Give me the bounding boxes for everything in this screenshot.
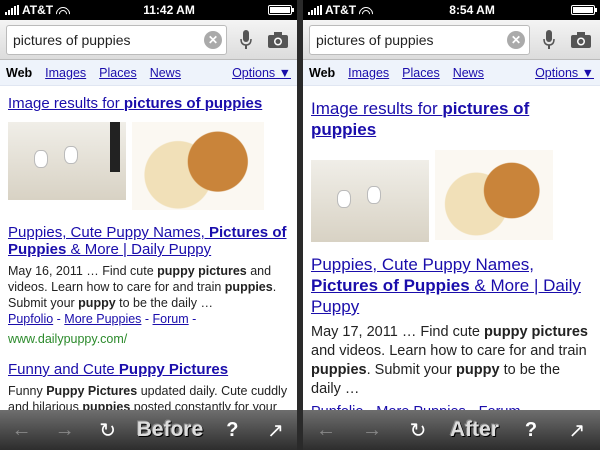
snippet-text: and videos. Learn how to care for and tr…	[311, 343, 587, 359]
image-thumbnails	[311, 150, 592, 242]
sitelink-more-puppies[interactable]: More Puppies	[64, 312, 141, 326]
search-query-text[interactable]: pictures of puppies	[316, 32, 507, 48]
help-icon[interactable]: ?	[218, 419, 246, 442]
result-title[interactable]: Puppies, Cute Puppy Names, Pictures of P…	[311, 254, 592, 317]
results: Image results for pictures of puppies Pu…	[303, 86, 600, 428]
camera-icon[interactable]	[265, 25, 291, 55]
search-bar: pictures of puppies ✕	[303, 20, 600, 60]
reload-icon[interactable]: ↻	[404, 418, 432, 443]
status-bar: AT&T 11:42 AM	[0, 0, 297, 20]
result-title-part: Puppies, Cute Puppy Names,	[8, 224, 209, 241]
camera-icon[interactable]	[568, 25, 594, 55]
forward-arrow-icon[interactable]: →	[51, 419, 79, 442]
browser-toolbar: ← → ↻ Before ? ↗	[0, 410, 297, 450]
snippet-text: puppies	[311, 362, 367, 378]
clock: 11:42 AM	[143, 3, 195, 17]
search-input[interactable]: pictures of puppies ✕	[6, 24, 227, 55]
search-query-text[interactable]: pictures of puppies	[13, 32, 204, 48]
snippet-text: puppy	[456, 362, 500, 378]
sitelink-pupfolio[interactable]: Pupfolio	[8, 312, 53, 326]
snippet-text: Puppy Pictures	[46, 384, 138, 398]
snippet-text: puppies	[224, 280, 273, 294]
puppy-thumbnail[interactable]	[435, 150, 553, 240]
signal-icon	[308, 5, 322, 15]
share-icon[interactable]: ↗	[261, 418, 289, 443]
snippet-text: puppy pictures	[157, 264, 247, 278]
microphone-icon[interactable]	[233, 25, 259, 55]
image-results-link[interactable]: Image results for pictures of puppies	[8, 96, 289, 112]
back-arrow-icon[interactable]: ←	[8, 419, 36, 442]
image-results-link[interactable]: Image results for pictures of puppies	[311, 98, 592, 140]
image-thumbnails	[8, 122, 289, 210]
search-tabs: Web Images Places News Options ▼	[0, 60, 297, 86]
snippet-text: Funny	[8, 384, 47, 398]
sitelink-separator: -	[188, 312, 197, 326]
tab-images[interactable]: Images	[348, 66, 389, 80]
snippet-text: puppy pictures	[484, 324, 588, 340]
result-title-part: Puppy Pictures	[118, 361, 229, 378]
result-title-part: Pictures of Puppies	[311, 276, 470, 295]
search-input[interactable]: pictures of puppies ✕	[309, 24, 530, 55]
snippet-text: May 16, 2011 … Find cute	[8, 264, 158, 278]
clock: 8:54 AM	[449, 3, 495, 17]
clear-icon[interactable]: ✕	[204, 30, 222, 49]
snippet-text: puppy	[78, 296, 116, 310]
result-url: www.dailypuppy.com/	[8, 332, 128, 346]
options-menu[interactable]: Options ▼	[232, 66, 291, 80]
snippet-text: to be the daily …	[115, 296, 213, 310]
after-screen: AT&T 8:54 AM pictures of puppies ✕ Web I…	[303, 0, 600, 450]
microphone-icon[interactable]	[536, 25, 562, 55]
snippet-text: May 17, 2011 … Find cute	[311, 324, 485, 340]
clear-icon[interactable]: ✕	[507, 30, 525, 49]
tab-news[interactable]: News	[150, 66, 181, 80]
sitelink-forum[interactable]: Forum	[153, 312, 189, 326]
battery-icon	[571, 5, 597, 15]
forward-arrow-icon[interactable]: →	[358, 419, 386, 442]
after-label: After	[449, 418, 499, 441]
results: Image results for pictures of puppies Pu…	[0, 86, 297, 421]
tab-places[interactable]: Places	[402, 66, 440, 80]
image-results-query: pictures of puppies	[123, 95, 263, 112]
status-bar: AT&T 8:54 AM	[303, 0, 600, 20]
puppy-thumbnail[interactable]	[132, 122, 264, 210]
result-snippet: May 16, 2011 … Find cute puppy pictures …	[8, 263, 289, 311]
search-tabs: Web Images Places News Options ▼	[303, 60, 600, 86]
result-title-part: Funny and Cute	[8, 361, 119, 378]
snippet-text: . Submit your	[366, 362, 457, 378]
result-title[interactable]: Puppies, Cute Puppy Names, Pictures of P…	[8, 224, 289, 258]
wifi-icon	[56, 5, 71, 15]
options-menu[interactable]: Options ▼	[535, 66, 594, 80]
carrier-label: AT&T	[22, 3, 54, 17]
image-results-prefix: Image results for	[8, 95, 124, 112]
tab-images[interactable]: Images	[45, 66, 86, 80]
before-screen: AT&T 11:42 AM pictures of puppies ✕ Web …	[0, 0, 297, 450]
wifi-icon	[359, 5, 374, 15]
tab-news[interactable]: News	[453, 66, 484, 80]
result-snippet: May 17, 2011 … Find cute puppy pictures …	[311, 323, 592, 399]
back-arrow-icon[interactable]: ←	[312, 419, 340, 442]
sitelinks: Pupfolio - More Puppies - Forum -	[8, 311, 289, 327]
battery-icon	[267, 5, 294, 15]
signal-icon	[5, 5, 19, 15]
puppy-thumbnail[interactable]	[8, 122, 126, 200]
carrier-label: AT&T	[325, 3, 357, 17]
sitelink-separator: -	[53, 312, 65, 326]
search-bar: pictures of puppies ✕	[0, 20, 297, 60]
share-icon[interactable]: ↗	[563, 418, 591, 443]
sitelink-separator: -	[141, 312, 153, 326]
reload-icon[interactable]: ↻	[94, 418, 122, 443]
tab-web[interactable]: Web	[309, 66, 335, 80]
image-results-prefix: Image results for	[311, 99, 443, 118]
tab-places[interactable]: Places	[99, 66, 137, 80]
result-title[interactable]: Funny and Cute Puppy Pictures	[8, 361, 289, 378]
puppy-thumbnail[interactable]	[311, 160, 429, 242]
before-label: Before	[136, 418, 204, 441]
result-title-part: Puppies, Cute Puppy Names,	[311, 255, 535, 274]
help-icon[interactable]: ?	[517, 419, 545, 442]
result-title-part: & More | Daily Puppy	[66, 241, 212, 258]
tab-web[interactable]: Web	[6, 66, 32, 80]
browser-toolbar: ← → ↻ After ? ↗	[303, 410, 600, 450]
